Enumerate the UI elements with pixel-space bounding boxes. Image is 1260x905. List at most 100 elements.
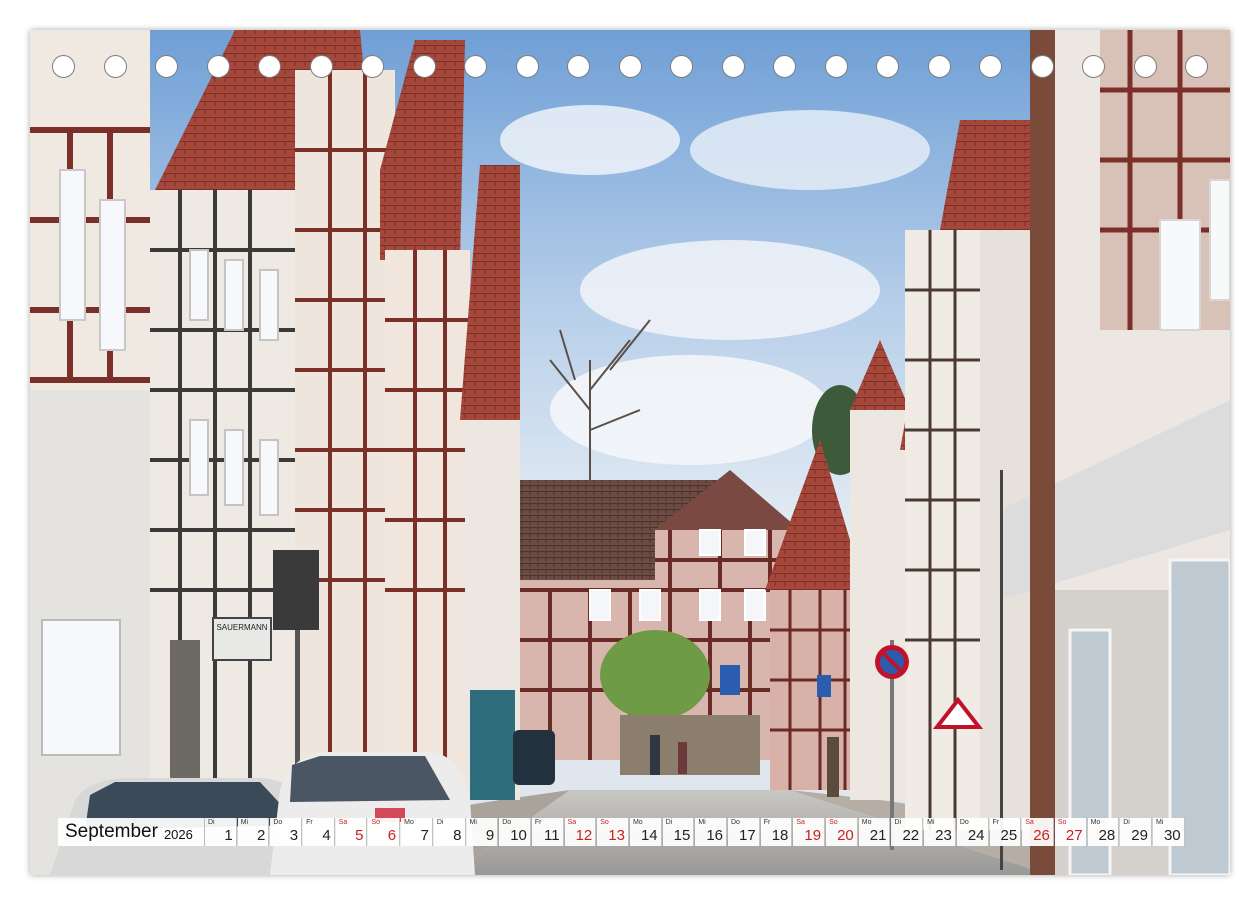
cloud — [550, 355, 830, 465]
weekday-label: Sa — [796, 819, 805, 826]
weekday-label: Mi — [469, 819, 477, 826]
day-number: 10 — [510, 827, 527, 844]
weekday-label: So — [600, 819, 609, 826]
day-cell: Do 17 — [728, 818, 760, 846]
day-number: 16 — [706, 827, 723, 844]
day-cell: Mo 7 — [401, 818, 433, 846]
month-label: September 2026 — [58, 818, 205, 846]
pedestrian — [650, 735, 660, 775]
day-cell: Sa 26 — [1022, 818, 1054, 846]
day-cell: Di 8 — [433, 818, 466, 846]
day-number: 17 — [739, 827, 756, 844]
day-number: 4 — [322, 827, 331, 844]
month-name: September — [65, 821, 158, 842]
weekday-label: Mo — [632, 819, 643, 826]
cloud — [690, 110, 930, 190]
weekday-label: Mi — [927, 819, 935, 826]
day-number: 12 — [575, 827, 593, 844]
day-number: 2 — [257, 827, 266, 844]
weekday-label: Mo — [861, 819, 872, 826]
day-cell: Sa 12 — [564, 818, 597, 846]
weekday-label: Fr — [992, 819, 1000, 826]
day-cell: Do 3 — [270, 818, 303, 846]
weekday-label: Di — [894, 819, 902, 826]
day-number: 6 — [387, 827, 397, 844]
pedestrian — [678, 742, 687, 774]
day-number: 13 — [608, 827, 625, 844]
weekday-label: Sa — [338, 819, 348, 826]
day-number: 14 — [640, 827, 658, 844]
day-number: 15 — [673, 827, 691, 844]
day-cell: Fr 18 — [760, 818, 793, 846]
weekday-label: Sa — [1025, 819, 1034, 826]
weekday-label: Fr — [306, 819, 313, 826]
weekday-label: So — [1057, 819, 1067, 826]
day-number: 25 — [1000, 827, 1018, 844]
weekday-label: Fr — [534, 819, 542, 826]
weekday-label: Mi — [240, 819, 249, 826]
day-number: 27 — [1065, 827, 1083, 844]
day-number: 23 — [935, 827, 952, 844]
day-number: 30 — [1163, 827, 1181, 844]
street-photo: SAUERMANN — [30, 30, 1230, 875]
lamp-post — [1000, 470, 1003, 870]
day-number: 26 — [1033, 827, 1050, 844]
parked-car-far — [513, 730, 555, 785]
weekday-label: Mi — [1155, 819, 1164, 826]
day-number: 3 — [289, 827, 299, 844]
day-number: 5 — [355, 827, 364, 844]
day-cell: Di 22 — [891, 818, 924, 846]
day-number: 1 — [224, 827, 233, 844]
weekday-label: Mi — [698, 819, 706, 826]
weekday-label: So — [829, 819, 838, 826]
day-cell: Do 24 — [956, 818, 989, 846]
day-number: 8 — [453, 827, 462, 844]
weekday-label: Do — [959, 819, 969, 826]
day-cell: So 20 — [826, 818, 858, 846]
day-cell: Mi 2 — [237, 818, 270, 846]
weekday-label: So — [371, 819, 380, 826]
weekday-label: Do — [273, 819, 283, 826]
day-cell: Mo 21 — [858, 818, 891, 846]
date-strip: September 2026 Di 1 Mi 2 Do 3 Fr 4 Sa 5 So 6 Mo 7 Di 8 M… — [58, 818, 1186, 846]
day-cell: Di 1 — [205, 818, 237, 846]
cloud — [500, 105, 680, 175]
day-cell: Mo 28 — [1087, 818, 1120, 846]
day-number: 24 — [967, 827, 985, 844]
day-number: 18 — [771, 827, 789, 844]
day-cell: Mi 23 — [924, 818, 956, 846]
day-cell: Mo 14 — [629, 818, 662, 846]
day-cell: Sa 5 — [335, 818, 368, 846]
day-number: 9 — [485, 827, 495, 844]
weekday-label: Di — [436, 819, 444, 826]
day-cell: Di 15 — [662, 818, 695, 846]
day-cell: Fr 4 — [303, 818, 335, 846]
shop-sign-text: SAUERMANN — [216, 623, 267, 632]
day-cell: So 13 — [597, 818, 629, 846]
calendar-page: SAUERMANN — [30, 30, 1230, 875]
day-number: 29 — [1131, 827, 1148, 844]
day-number: 22 — [902, 827, 920, 844]
weekday-label: Fr — [763, 819, 771, 826]
day-number: 7 — [420, 827, 429, 844]
day-cell: Mi 16 — [695, 818, 727, 846]
day-number: 11 — [543, 827, 560, 844]
day-cell: So 27 — [1054, 818, 1087, 846]
day-cell: Mi 30 — [1152, 818, 1185, 846]
day-cell: Fr 25 — [989, 818, 1022, 846]
weekday-label: Mo — [404, 819, 414, 826]
day-cell: Sa 19 — [793, 818, 826, 846]
weekday-label: Di — [208, 819, 215, 826]
day-number: 19 — [804, 827, 822, 844]
day-cell: So 6 — [368, 818, 401, 846]
year-label: 2026 — [163, 826, 193, 842]
cloud — [580, 240, 880, 340]
weekday-label: Sa — [567, 819, 577, 826]
weekday-label: Do — [502, 819, 512, 826]
left-building-front — [30, 30, 150, 875]
day-number: 20 — [837, 827, 854, 844]
weekday-label: Di — [665, 819, 673, 826]
day-cell: Fr 11 — [531, 818, 564, 846]
day-number: 21 — [869, 827, 887, 844]
bush — [600, 630, 710, 720]
